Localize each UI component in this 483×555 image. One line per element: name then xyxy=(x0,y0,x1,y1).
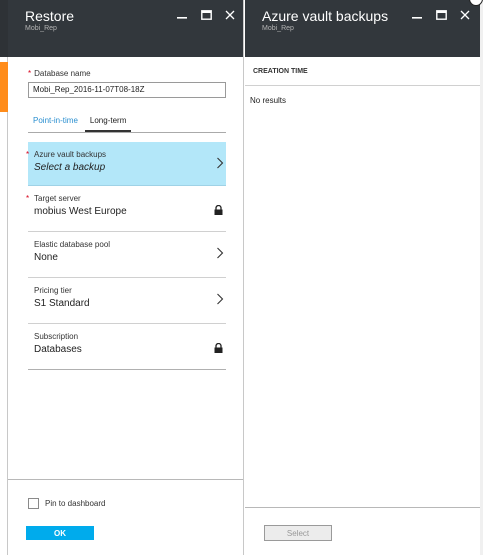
required-marker: * xyxy=(26,194,30,203)
pin-label: Pin to dashboard xyxy=(45,499,106,508)
minimize-icon[interactable] xyxy=(170,6,194,24)
blade-header-controls xyxy=(170,6,242,24)
azure-vault-backups-blade: Azure vault backups Mobi_Rep CREATION TI… xyxy=(245,0,483,555)
blade-title: Azure vault backups xyxy=(262,8,389,24)
elastic-pool-row[interactable]: Elastic database pool None xyxy=(28,232,226,278)
portal-window: Restore Mobi_Rep * Database name Mobi_Rep… xyxy=(0,0,483,555)
blade-subtitle: Mobi_Rep xyxy=(25,25,57,32)
pin-to-dashboard[interactable]: Pin to dashboard xyxy=(28,498,106,509)
lock-icon xyxy=(214,202,223,220)
empty-state-text: No results xyxy=(250,96,287,105)
restore-blade: Restore Mobi_Rep * Database name Mobi_Rep… xyxy=(8,0,244,555)
azure-vault-backups-row[interactable]: * Azure vault backups Select a backup xyxy=(26,142,226,186)
row-value: None xyxy=(34,252,58,263)
row-label: Pricing tier xyxy=(34,286,72,295)
row-value: S1 Standard xyxy=(34,298,90,309)
chevron-right-icon xyxy=(216,156,224,174)
required-marker: * xyxy=(28,69,32,78)
close-icon[interactable] xyxy=(453,6,477,24)
chevron-right-icon xyxy=(216,292,224,310)
row-label: Azure vault backups xyxy=(34,150,107,159)
select-button[interactable]: Select xyxy=(264,525,332,541)
lock-icon xyxy=(214,340,223,358)
restore-blade-footer: Pin to dashboard OK xyxy=(8,479,243,555)
blade-header-controls xyxy=(405,6,477,24)
minimize-icon[interactable] xyxy=(405,6,429,24)
vault-blade-footer: Select xyxy=(245,507,483,555)
maximize-icon[interactable] xyxy=(194,6,218,24)
ok-button[interactable]: OK xyxy=(26,526,94,540)
target-server-row: * Target server mobius West Europe xyxy=(26,186,226,232)
previous-blade-edge xyxy=(0,0,8,555)
required-marker: * xyxy=(26,150,30,159)
row-label: Target server xyxy=(34,194,81,203)
previous-blade-header-edge xyxy=(0,0,8,57)
row-label: Subscription xyxy=(34,332,79,341)
maximize-icon[interactable] xyxy=(429,6,453,24)
creation-time-column-header[interactable]: CREATION TIME xyxy=(245,62,483,86)
chevron-right-icon xyxy=(216,246,224,264)
subscription-row: Subscription Databases xyxy=(28,324,226,370)
vault-blade-header: Azure vault backups Mobi_Rep xyxy=(245,0,483,57)
blade-title: Restore xyxy=(25,8,75,24)
close-icon[interactable] xyxy=(218,6,242,24)
pricing-tier-row[interactable]: Pricing tier S1 Standard xyxy=(28,278,226,324)
row-value: mobius West Europe xyxy=(34,206,127,217)
blade-subtitle: Mobi_Rep xyxy=(262,25,294,32)
pin-checkbox[interactable] xyxy=(28,498,39,509)
database-name-input[interactable]: Mobi_Rep_2016-11-07T08-18Z xyxy=(28,82,226,98)
tab-long-term[interactable]: Long-term xyxy=(84,113,132,132)
previous-blade-selection-marker xyxy=(0,62,8,112)
row-value: Select a backup xyxy=(34,162,106,173)
database-name-label: * Database name xyxy=(28,69,91,78)
restore-type-tabs: Point-in-time Long-term xyxy=(28,113,226,133)
row-label: Elastic database pool xyxy=(34,240,111,249)
tab-point-in-time[interactable]: Point-in-time xyxy=(28,113,83,132)
restore-blade-header: Restore Mobi_Rep xyxy=(8,0,243,57)
row-value: Databases xyxy=(34,344,82,355)
